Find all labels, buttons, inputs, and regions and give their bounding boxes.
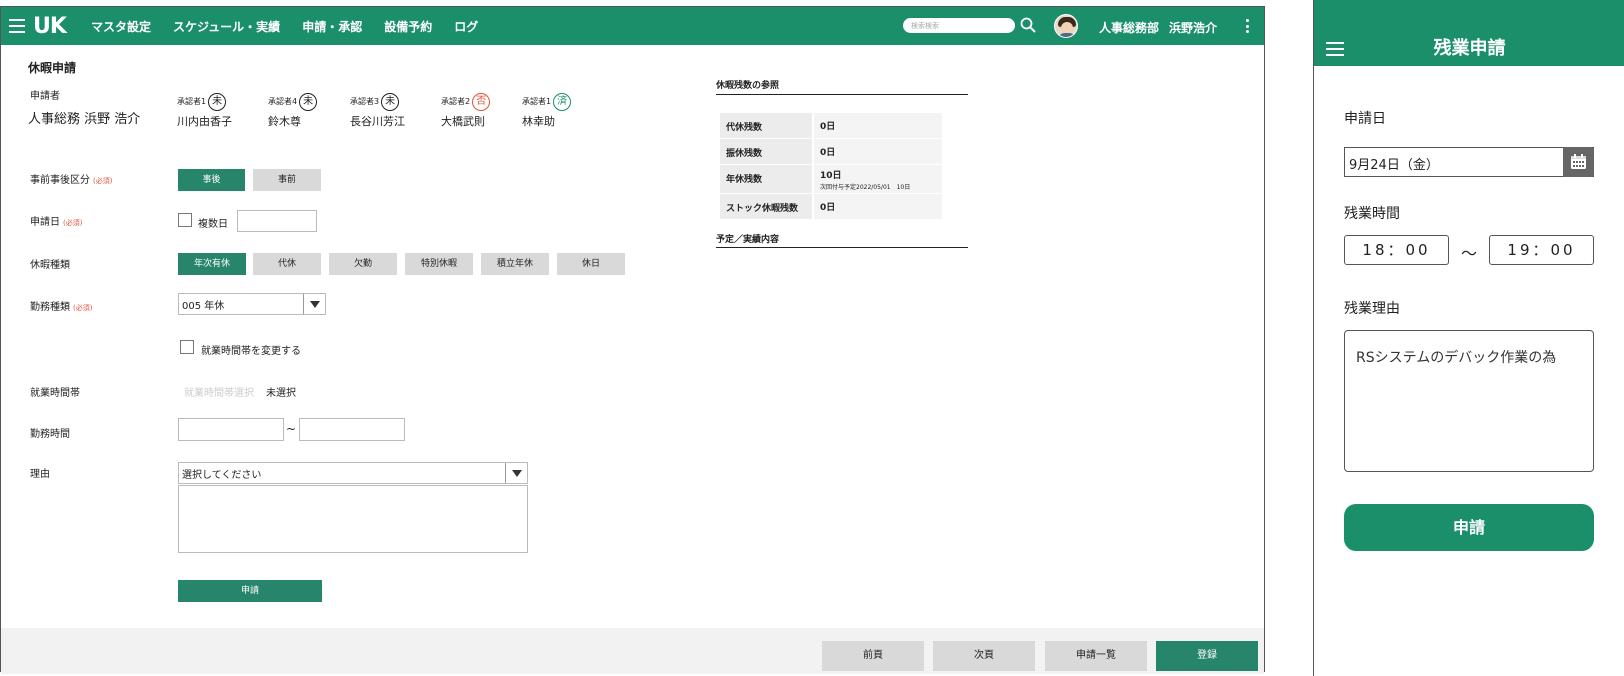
overtime-start-input[interactable]: 18：00 <box>1344 235 1449 265</box>
search-icon[interactable] <box>1020 17 1036 33</box>
leave-type-compensatory[interactable]: 代休 <box>253 253 321 275</box>
nav-log[interactable]: ログ <box>454 18 478 35</box>
mobile-reason-label: 残業理由 <box>1344 301 1400 317</box>
reason-select[interactable]: 選択してください <box>178 462 528 484</box>
apply-button[interactable]: 申請 <box>178 580 322 602</box>
band-value: 未選択 <box>266 388 296 399</box>
leave-type-label: 休暇種類 <box>30 260 70 271</box>
approval-stamp: 未 <box>381 92 400 111</box>
leave-type-accumulated[interactable]: 積立年休 <box>481 253 549 275</box>
nav-facility[interactable]: 設備予約 <box>384 18 432 35</box>
hours-end-input[interactable] <box>299 418 405 441</box>
table-row: ストック休暇残数 0日 <box>720 194 942 219</box>
mobile-date-label: 申請日 <box>1344 111 1386 127</box>
leave-type-annual[interactable]: 年次有休 <box>178 253 246 275</box>
balance-table: 代休残数 0日 振休残数 0日 年休残数 10日 次回付与予定2022/05/01 10… <box>720 113 942 220</box>
reason-textarea[interactable] <box>178 485 528 553</box>
user-name[interactable]: 浜野浩介 <box>1169 19 1217 36</box>
approval-stamp: 未 <box>208 92 227 111</box>
chevron-down-icon <box>303 294 325 314</box>
overtime-reason-textarea[interactable]: RSシステムのデバック作業の為 <box>1344 330 1594 472</box>
table-row: 振休残数 0日 <box>720 139 942 164</box>
divider <box>716 94 968 95</box>
timing-after-button[interactable]: 事後 <box>178 169 245 191</box>
approver-1: 承認者1 未 川内由香子 <box>177 91 232 129</box>
search-input[interactable]: 検索検索 <box>903 18 1015 33</box>
register-button[interactable]: 登録 <box>1156 641 1258 671</box>
leave-type-holiday[interactable]: 休日 <box>557 253 625 275</box>
approval-stamp: 否 <box>472 92 491 111</box>
plan-title: 予定／実績内容 <box>716 235 780 245</box>
user-department: 人事総務部 <box>1099 21 1160 35</box>
menu-icon[interactable] <box>9 19 25 33</box>
nav-schedule[interactable]: スケジュール・実績 <box>173 18 280 35</box>
approver-4: 承認者2 否 大橋武則 <box>441 91 491 129</box>
leave-type-special[interactable]: 特別休暇 <box>405 253 473 275</box>
mobile-screen: 残業申請 申請日 9月24日（金） 残業時間 18：00 ～ 19：00 残業理… <box>1313 0 1624 676</box>
divider <box>716 247 968 248</box>
mobile-date-input[interactable]: 9月24日（金） <box>1344 147 1594 177</box>
hours-start-input[interactable] <box>178 418 284 441</box>
mobile-header: 残業申請 <box>1314 0 1624 66</box>
approval-stamp: 済 <box>553 92 572 111</box>
mobile-page-title: 残業申請 <box>1433 38 1506 59</box>
app-logo[interactable]: UK <box>33 14 73 39</box>
date-input[interactable] <box>237 210 317 232</box>
prev-page-button[interactable]: 前頁 <box>822 641 924 671</box>
mobile-time-label: 残業時間 <box>1344 206 1400 222</box>
overtime-end-input[interactable]: 19：00 <box>1489 235 1594 265</box>
change-band-label: 就業時間帯を変更する <box>201 346 301 357</box>
approver-5: 承認者1 済 林幸助 <box>522 91 572 129</box>
hours-separator: ~ <box>286 422 297 436</box>
date-label: 申請日 (必須) <box>30 217 83 228</box>
application-list-button[interactable]: 申請一覧 <box>1045 641 1147 671</box>
desktop-window: UK マスタ設定 スケジュール・実績 申請・承認 設備予約 ログ 検索検索 人事… <box>0 6 1265 674</box>
band-select-button[interactable]: 就業時間帯選択 <box>184 384 254 399</box>
work-type-label: 勤務種類 (必須) <box>30 302 93 313</box>
leave-type-absence[interactable]: 欠勤 <box>329 253 397 275</box>
reason-label: 理由 <box>30 469 50 480</box>
avatar[interactable] <box>1054 14 1078 38</box>
table-row: 代休残数 0日 <box>720 113 942 138</box>
top-nav-bar: UK マスタ設定 スケジュール・実績 申請・承認 設備予約 ログ 検索検索 人事… <box>1 7 1264 45</box>
work-type-select[interactable]: 005 年休 <box>178 293 326 315</box>
footer-bar: 前頁 次頁 申請一覧 登録 <box>1 628 1264 674</box>
more-menu-icon[interactable] <box>1246 19 1250 33</box>
timing-before-button[interactable]: 事前 <box>253 169 321 191</box>
applicant-name: 人事総務 浜野 浩介 <box>28 112 141 127</box>
main-nav: マスタ設定 スケジュール・実績 申請・承認 設備予約 ログ <box>91 18 500 35</box>
table-row: 年休残数 10日 次回付与予定2022/05/01 10日 <box>720 165 942 193</box>
multi-day-checkbox[interactable] <box>178 213 192 227</box>
change-band-checkbox[interactable] <box>180 340 194 354</box>
approver-2: 承認者4 未 鈴木尊 <box>268 91 318 129</box>
multi-day-label: 複数日 <box>198 219 228 230</box>
next-page-button[interactable]: 次頁 <box>933 641 1035 671</box>
approver-3: 承認者3 未 長谷川芳江 <box>350 91 405 129</box>
band-label: 就業時間帯 <box>30 388 80 399</box>
chevron-down-icon <box>505 463 527 483</box>
hours-label: 勤務時間 <box>30 429 70 440</box>
timing-label: 事前事後区分 (必須) <box>30 175 113 186</box>
applicant-label: 申請者 <box>30 91 60 102</box>
nav-approval[interactable]: 申請・承認 <box>302 18 362 35</box>
calendar-icon[interactable] <box>1563 147 1594 177</box>
mobile-apply-button[interactable]: 申請 <box>1344 504 1594 551</box>
page-title: 休暇申請 <box>28 61 77 75</box>
balance-title: 休暇残数の参照 <box>716 81 780 91</box>
approval-stamp: 未 <box>299 92 318 111</box>
time-separator: ～ <box>1461 244 1478 263</box>
nav-master[interactable]: マスタ設定 <box>91 18 151 35</box>
